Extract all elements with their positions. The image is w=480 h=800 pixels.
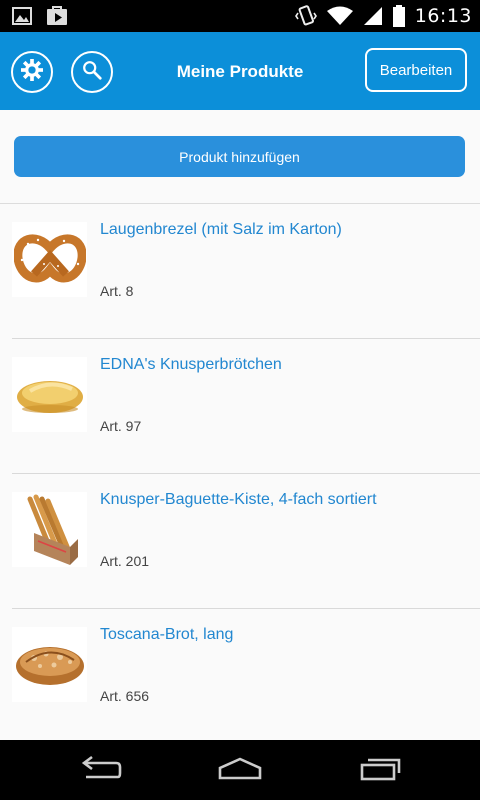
app-bar: Meine Produkte Bearbeiten <box>0 32 480 110</box>
back-icon <box>78 755 122 786</box>
product-name: Toscana-Brot, lang <box>100 626 234 643</box>
product-name: Knusper-Baguette-Kiste, 4-fach sortiert <box>100 491 377 508</box>
recents-icon <box>358 755 402 786</box>
battery-icon <box>392 5 405 27</box>
status-bar: 16:13 <box>0 0 480 32</box>
play-store-notification-icon <box>46 6 68 26</box>
product-list-screen: Produkt hinzufügen Laugenbrezel (mit Sal… <box>0 110 480 740</box>
product-image-baguette-box <box>12 492 87 567</box>
home-button[interactable] <box>215 755 265 785</box>
page-title: Meine Produkte <box>176 62 304 81</box>
back-button[interactable] <box>75 755 125 785</box>
image-notification-icon <box>12 7 32 25</box>
product-article-number: Art. 97 <box>100 418 142 434</box>
product-article-number: Art. 8 <box>100 283 134 299</box>
product-image-pretzel <box>12 222 87 297</box>
search-icon <box>81 59 103 86</box>
wifi-icon <box>326 6 353 26</box>
product-image-bread-roll <box>12 357 87 432</box>
navigation-bar <box>0 740 480 800</box>
product-article-number: Art. 201 <box>100 553 150 569</box>
product-item[interactable]: Knusper-Baguette-Kiste, 4-fach sortiert … <box>0 474 480 609</box>
signal-icon <box>363 6 383 26</box>
clock: 16:13 <box>414 5 472 27</box>
search-button[interactable] <box>71 51 113 93</box>
product-name: Laugenbrezel (mit Salz im Karton) <box>100 221 342 238</box>
product-item[interactable]: Toscana-Brot, lang Art. 656 <box>0 609 480 740</box>
product-item[interactable]: Laugenbrezel (mit Salz im Karton) Art. 8 <box>0 204 480 339</box>
product-name: EDNA's Knusperbrötchen <box>100 356 282 373</box>
edit-button[interactable]: Bearbeiten <box>365 48 467 92</box>
settings-button[interactable] <box>11 51 53 93</box>
product-item[interactable]: EDNA's Knusperbrötchen Art. 97 <box>0 339 480 474</box>
recents-button[interactable] <box>355 755 405 785</box>
product-list: Laugenbrezel (mit Salz im Karton) Art. 8… <box>0 204 480 740</box>
add-product-button[interactable]: Produkt hinzufügen <box>14 136 465 177</box>
home-icon <box>216 756 264 785</box>
vibrate-icon <box>294 5 317 27</box>
gear-icon <box>21 58 43 86</box>
product-article-number: Art. 656 <box>100 688 150 704</box>
product-image-bread-loaf <box>12 627 87 702</box>
